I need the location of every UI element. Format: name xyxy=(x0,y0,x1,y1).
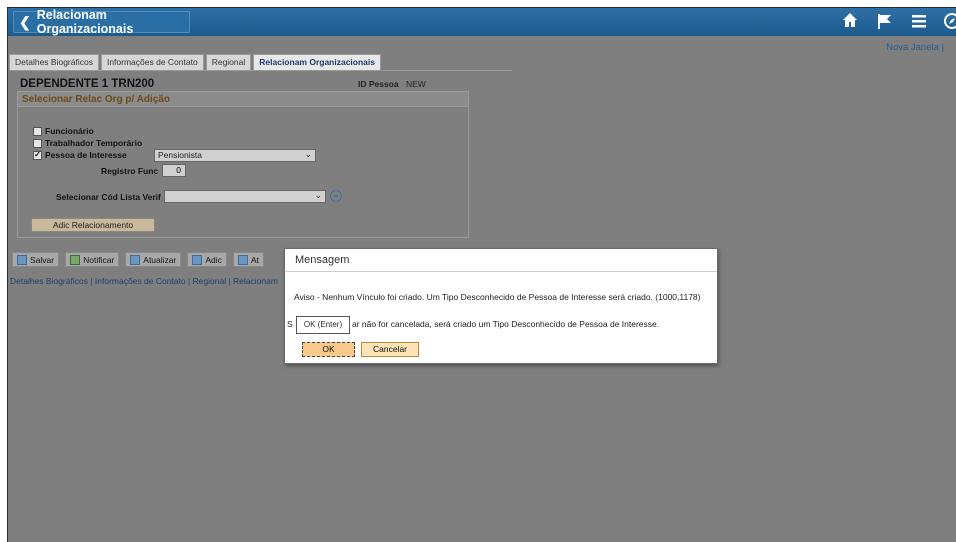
add-relationship-button[interactable]: Adic Relacionamento xyxy=(31,218,155,232)
page-title: DEPENDENTE 1 TRN200 xyxy=(20,78,155,90)
tab-informacoes-contato[interactable]: Informações de Contato xyxy=(100,54,204,70)
tab-relacionam-organizacionais[interactable]: Relacionam Organizacionais xyxy=(253,54,381,70)
chevron-down-icon: ⌄ xyxy=(304,149,312,159)
message-dialog: Mensagem Aviso - Nenhum Vínculo foi cria… xyxy=(284,248,718,364)
checklist-select[interactable]: ⌄ xyxy=(164,190,326,203)
chevron-down-icon: ⌄ xyxy=(314,190,322,200)
notify-icon xyxy=(70,254,81,265)
update-icon xyxy=(237,254,248,265)
notify-button[interactable]: Notificar xyxy=(65,252,120,267)
id-pessoa-value: NEW xyxy=(406,79,426,89)
back-button-label: Relacionam Organizacionais xyxy=(36,8,134,36)
cancel-button[interactable]: Cancelar xyxy=(361,342,419,357)
add-button[interactable]: Adic xyxy=(187,252,227,267)
registro-func-label: Registro Func xyxy=(101,166,159,176)
dialog-message-warning: Aviso - Nenhum Vínculo foi criado. Um Ti… xyxy=(294,292,701,302)
checkbox-label: Trabalhador Temporário xyxy=(45,138,143,148)
tab-regional[interactable]: Regional xyxy=(205,54,252,70)
notify-label: Notificar xyxy=(83,254,115,265)
add-icon xyxy=(192,254,203,265)
checkbox-label: Pessoa de Interesse xyxy=(45,150,127,160)
dialog-message-info: ar não for cancelada, será criado um Tip… xyxy=(352,319,660,329)
update-button[interactable]: At xyxy=(232,252,264,267)
flag-icon[interactable] xyxy=(876,12,894,35)
menu-icon[interactable] xyxy=(910,12,928,35)
save-label: Salvar xyxy=(30,254,55,265)
app-window: ❮ Relacionam Organizacionais Nova Janela… xyxy=(7,7,956,542)
page-links[interactable]: Detalhes Biográficos | Informações de Co… xyxy=(10,276,278,286)
update-label: At xyxy=(250,254,259,265)
new-window-link[interactable]: Nova Janela | xyxy=(886,42,944,53)
save-icon xyxy=(17,254,27,265)
registro-func-field[interactable]: 0 xyxy=(162,164,186,177)
checkbox-label: Funcionário xyxy=(45,126,94,136)
back-button[interactable]: ❮ Relacionam Organizacionais xyxy=(13,8,190,36)
checkbox-funcionario-row[interactable]: Funcionário xyxy=(33,126,94,136)
ok-button[interactable]: OK xyxy=(302,342,355,357)
lookup-icon[interactable]: » xyxy=(330,190,342,202)
chevron-left-icon: ❮ xyxy=(19,13,31,30)
refresh-label: Atualizar xyxy=(143,254,177,265)
refresh-icon xyxy=(130,254,141,265)
tab-bar: Detalhes Biográficos Informações de Cont… xyxy=(9,54,383,70)
add-label: Adic xyxy=(205,254,222,265)
action-toolbar: Salvar Notificar Atualizar Adic At xyxy=(12,252,270,267)
checkbox-funcionario[interactable] xyxy=(33,126,42,136)
navbar-icon[interactable] xyxy=(943,12,956,35)
checkbox-pessoa-interesse-row[interactable]: ✓ Pessoa de Interesse xyxy=(33,150,127,160)
header-bar: ❮ Relacionam Organizacionais xyxy=(8,8,956,36)
home-icon[interactable] xyxy=(841,11,859,34)
save-button[interactable]: Salvar xyxy=(12,252,60,267)
id-pessoa-label: ID Pessoa xyxy=(358,79,399,89)
dialog-title: Mensagem xyxy=(285,249,717,272)
org-relation-groupbox: Selecionar Relac Org p/ Adição Funcionár… xyxy=(17,91,469,238)
checkbox-trabalhador-temporario[interactable] xyxy=(33,138,42,148)
poi-type-value: Pensionista xyxy=(158,150,202,160)
workspace: Nova Janela | Detalhes Biográficos Infor… xyxy=(8,36,956,542)
checkbox-trabalhador-temporario-row[interactable]: Trabalhador Temporário xyxy=(33,138,142,148)
groupbox-title: Selecionar Relac Org p/ Adição xyxy=(18,92,468,107)
refresh-button[interactable]: Atualizar xyxy=(125,252,182,267)
dialog-message-prefix: S xyxy=(287,319,293,329)
ok-tooltip: OK (Enter) xyxy=(296,316,350,334)
tab-divider xyxy=(9,70,512,71)
poi-type-select[interactable]: Pensionista ⌄ xyxy=(154,149,316,162)
checklist-label: Selecionar Cód Lista Verif xyxy=(56,192,161,202)
tab-detalhes-biograficos[interactable]: Detalhes Biográficos xyxy=(9,54,99,70)
checkbox-pessoa-interesse[interactable]: ✓ xyxy=(33,150,42,160)
